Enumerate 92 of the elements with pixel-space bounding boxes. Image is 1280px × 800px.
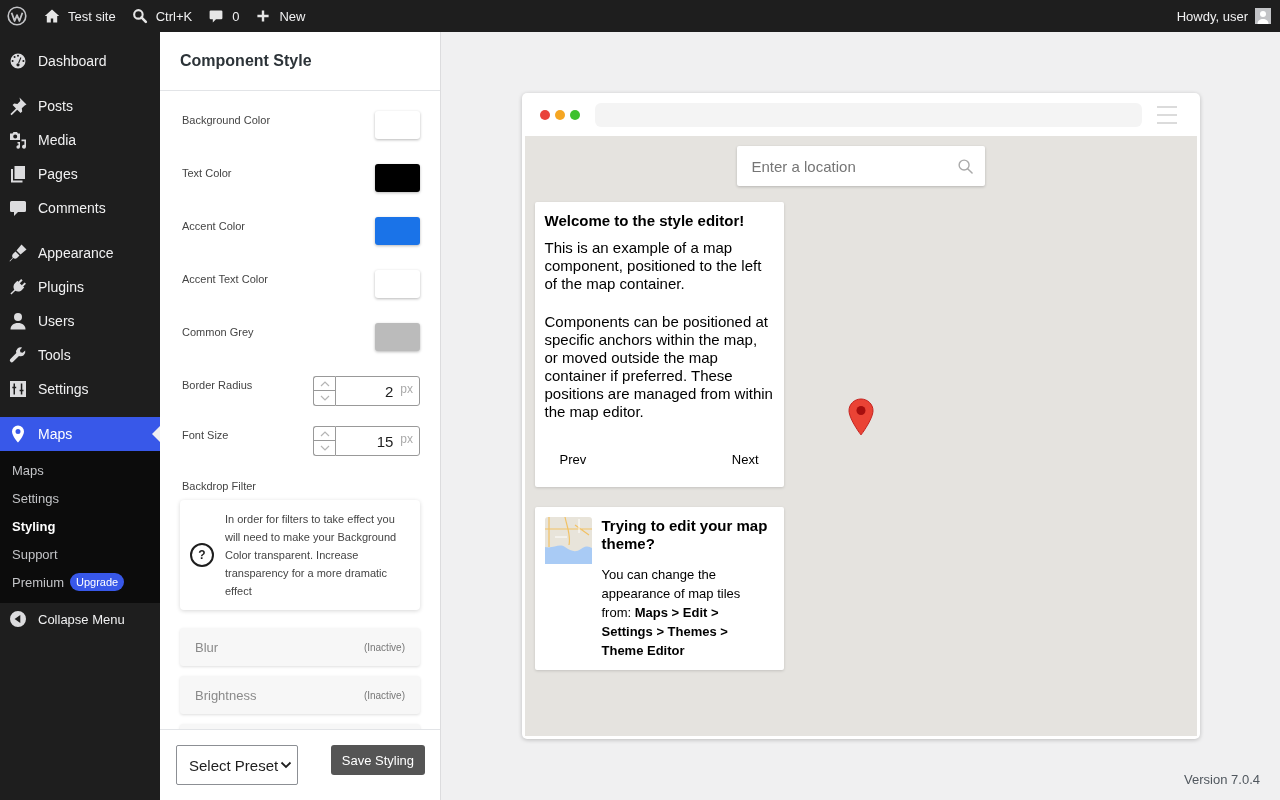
submenu-item[interactable]: Support — [0, 540, 160, 568]
field-label: Font Size — [181, 428, 229, 442]
panel-title: Component Style — [180, 52, 312, 70]
save-styling-button[interactable]: Save Styling — [330, 745, 425, 775]
logo-icon[interactable] — [7, 6, 27, 26]
unit-label: px — [400, 431, 413, 446]
chevron-down-icon — [280, 761, 293, 769]
chevron-down-icon — [319, 445, 330, 451]
color-swatch[interactable] — [375, 217, 420, 245]
help-icon: ? — [190, 543, 214, 567]
submenu-item[interactable]: Settings — [0, 484, 160, 512]
paintbrush-icon — [8, 243, 28, 263]
unit-label: px — [400, 381, 413, 396]
site-link[interactable]: Test site — [44, 0, 116, 32]
increment-button[interactable] — [313, 376, 335, 391]
sliders-icon — [8, 379, 28, 399]
speech-bubble-icon — [208, 8, 225, 24]
search-button[interactable]: Ctrl+K — [131, 0, 193, 32]
sidebar-item[interactable]: Users — [0, 304, 160, 338]
next-button[interactable]: Next — [716, 441, 774, 477]
field-label: Accent Color — [181, 219, 245, 233]
card-paragraph: Components can be positioned at specific anchors within the map, or moved outside the map container if preferred. These positions are managed from within the map editor. — [544, 313, 774, 421]
speech-bubble-icon — [8, 198, 28, 218]
plug-icon — [8, 277, 28, 297]
decrement-button[interactable] — [313, 391, 335, 406]
number-input[interactable]: 15 px — [335, 426, 420, 456]
wrench-icon — [8, 345, 28, 365]
color-swatch[interactable] — [375, 270, 420, 298]
field-label: Accent Text Color — [181, 272, 268, 286]
chevron-up-icon — [319, 380, 330, 387]
chevron-down-icon — [319, 395, 330, 401]
menu-icon — [1156, 105, 1177, 124]
increment-button[interactable] — [313, 426, 335, 441]
sidebar-item[interactable]: Media — [0, 123, 160, 157]
card-title: Welcome to the style editor! — [544, 212, 746, 230]
chevron-up-icon — [319, 430, 330, 437]
prev-button[interactable]: Prev — [544, 441, 602, 477]
gauge-icon — [8, 51, 28, 71]
filter-toggle[interactable]: Blur (Inactive) — [180, 628, 420, 666]
stacked-pages-icon — [8, 164, 28, 184]
color-swatch[interactable] — [375, 164, 420, 192]
decrement-button[interactable] — [313, 441, 335, 456]
version-text: Version 7.0.4 — [1184, 772, 1260, 787]
filter-toggle[interactable]: Brightness (Inactive) — [180, 676, 420, 714]
field-label: Backdrop Filter — [181, 479, 256, 493]
camera-note-icon — [8, 130, 28, 150]
submenu-item[interactable]: Premium Upgrade — [0, 568, 160, 596]
tip-text: You can change the appearance of map tiles from: Maps > Edit > Settings > Themes > Theme Editor — [601, 566, 742, 660]
search-icon — [131, 8, 148, 24]
field-label: Background Color — [181, 113, 271, 127]
sidebar-item[interactable]: Tools — [0, 338, 160, 372]
sidebar-item[interactable]: Comments — [0, 191, 160, 225]
comments-link[interactable]: 0 — [208, 0, 240, 32]
sidebar-item[interactable]: Posts — [0, 89, 160, 123]
sidebar-item[interactable]: Appearance — [0, 236, 160, 270]
color-swatch[interactable] — [375, 111, 420, 139]
pushpin-icon — [8, 96, 28, 116]
map-thumbnail-drawing — [544, 517, 592, 564]
sidebar-item[interactable]: Pages — [0, 157, 160, 191]
window-dot-icon — [554, 109, 565, 120]
location-search-field[interactable]: Enter a location — [736, 146, 985, 186]
home-icon — [44, 8, 60, 24]
collapse-menu-button[interactable]: Collapse Menu — [0, 603, 160, 635]
status-label: (Inactive) — [363, 689, 405, 701]
number-input[interactable]: 2 px — [335, 376, 420, 406]
field-label: Border Radius — [181, 378, 253, 392]
window-dot-icon — [539, 109, 550, 120]
window-dot-icon — [569, 109, 580, 120]
upgrade-badge: Upgrade — [70, 573, 125, 591]
sidebar-item[interactable]: Settings — [0, 372, 160, 406]
account-link[interactable]: Howdy, user — [1176, 0, 1271, 32]
person-icon — [8, 311, 28, 331]
map-marker-icon — [847, 398, 874, 436]
sidebar-item[interactable]: Dashboard — [0, 44, 160, 78]
avatar-icon — [1255, 8, 1271, 24]
collapse-arrow-icon — [8, 609, 28, 629]
notice-text: In order for filters to take effect you will need to make your Background Color transparent. Increase transparency for a more dramatic effect — [225, 512, 398, 599]
status-label: (Inactive) — [363, 641, 405, 653]
field-label: Common Grey — [181, 325, 254, 339]
submenu-item[interactable]: Maps — [0, 456, 160, 484]
search-icon — [957, 158, 973, 174]
sidebar-item[interactable]: Plugins — [0, 270, 160, 304]
submenu-item[interactable]: Styling — [0, 512, 160, 540]
card-title: Trying to edit your map theme? — [601, 517, 769, 553]
sidebar-item[interactable]: Maps — [0, 417, 160, 451]
preset-select[interactable]: Select Preset — [176, 745, 298, 785]
new-content-link[interactable]: New — [255, 0, 306, 32]
plus-icon — [255, 8, 272, 24]
card-paragraph: This is an example of a map component, positioned to the left of the map container. — [544, 239, 763, 293]
current-pointer-icon — [152, 426, 160, 442]
field-label: Text Color — [181, 166, 232, 180]
color-swatch[interactable] — [375, 323, 420, 351]
